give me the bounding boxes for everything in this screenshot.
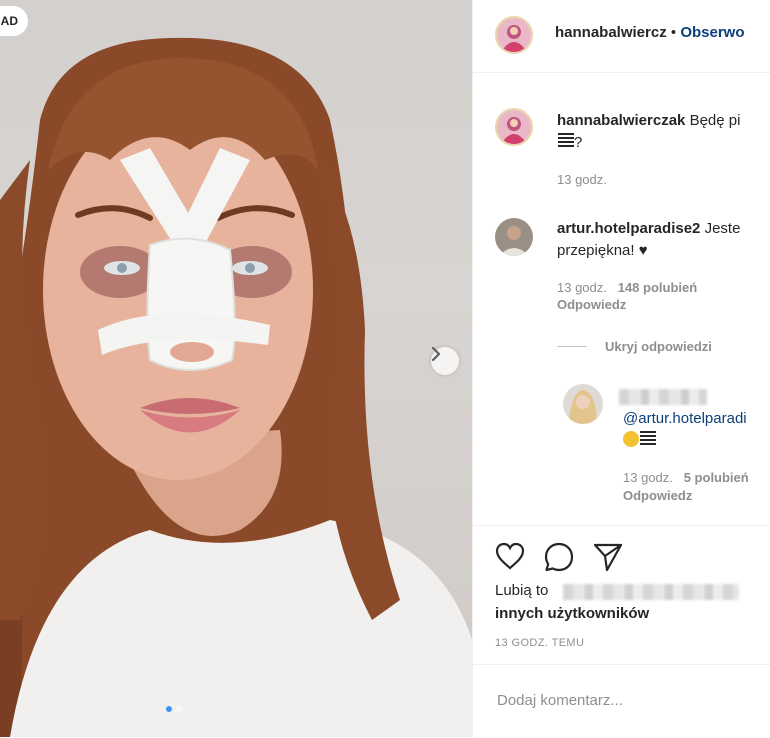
comment-time: 13 godz. (557, 280, 607, 295)
reply-time: 13 godz. (623, 470, 673, 485)
add-comment-area (473, 664, 770, 738)
post-timestamp: 13 GODZ. TEMU (495, 637, 585, 649)
reply-reply-button[interactable]: Odpowiedz (623, 488, 692, 503)
hide-replies-button[interactable]: Ukryj odpowiedzi (605, 339, 712, 354)
post-side-panel: hannabalwiercz • Obserwo hannabalwiercza… (472, 0, 770, 737)
caption-time: 13 godz. (557, 172, 607, 187)
follow-button[interactable]: Obserwo (680, 24, 744, 41)
action-bar (473, 525, 770, 572)
caption-text: hannabalwierczak Będę pi ? (557, 110, 740, 154)
hide-replies-line (557, 346, 587, 347)
carousel-dot (176, 706, 182, 712)
next-photo-button[interactable] (431, 347, 459, 375)
blurred-liker (563, 584, 739, 600)
author-avatar[interactable] (495, 16, 533, 54)
reply-text: @artur.hotelparadi (623, 408, 747, 452)
commenter-avatar[interactable] (495, 218, 533, 256)
comment-body-line2: przepiękna! ♥ (557, 242, 648, 259)
carousel-dot-active (166, 706, 172, 712)
reply-avatar[interactable] (563, 384, 603, 424)
likes-summary: Lubią to (495, 582, 548, 599)
carousel-indicator (166, 706, 182, 712)
caption-body-line2: ? (574, 134, 583, 151)
comment-icon[interactable] (544, 542, 574, 572)
share-icon[interactable] (593, 542, 623, 572)
comment-body: Jeste (704, 220, 741, 237)
add-comment-input[interactable] (495, 687, 769, 713)
blurred-username (619, 389, 707, 405)
post-photo[interactable]: AD (0, 0, 472, 737)
header-separator: • (670, 24, 677, 41)
commenter-avatar-image (495, 218, 533, 256)
comment-meta: 13 godz. 148 polubień (557, 280, 697, 295)
laughing-emoji-icon (623, 431, 639, 447)
reply-meta: 13 godz. 5 polubień (623, 470, 749, 485)
likes-prefix: Lubią to (495, 582, 549, 599)
header-user-line: hannabalwiercz • Obserwo (555, 24, 745, 41)
emoji-icon (640, 431, 656, 447)
comment-text: artur.hotelparadise2 Jeste przepiękna! ♥ (557, 218, 740, 262)
reply-avatar-image (563, 384, 603, 424)
caption-body: Będę pi (689, 112, 741, 129)
reply-likes[interactable]: 5 polubień (684, 470, 749, 485)
comment-username[interactable]: artur.hotelparadise2 (557, 220, 700, 237)
chevron-right-icon (431, 347, 441, 361)
reply-mention[interactable]: @artur.hotelparadi (623, 410, 747, 427)
likes-others[interactable]: innych użytkowników (495, 605, 649, 622)
header-username[interactable]: hannabalwiercz (555, 24, 667, 41)
caption-avatar[interactable] (495, 108, 533, 146)
post-header: hannabalwiercz • Obserwo (473, 0, 770, 73)
portrait-image (0, 37, 472, 737)
heart-icon[interactable] (495, 542, 525, 570)
reply-button[interactable]: Odpowiedz (557, 297, 626, 312)
emoji-icon (558, 133, 574, 149)
caption-username[interactable]: hannabalwierczak (557, 112, 685, 129)
caption-avatar-image (497, 110, 531, 144)
author-avatar-image (497, 18, 531, 52)
comment-likes[interactable]: 148 polubień (618, 280, 697, 295)
